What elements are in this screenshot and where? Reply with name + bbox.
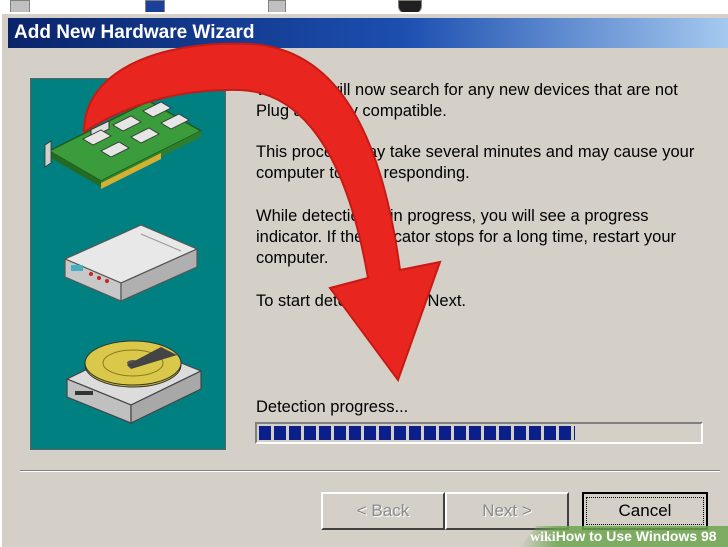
back-button[interactable]: < Back — [321, 492, 445, 530]
watermark-text: wikiHow to Use Windows 98 — [530, 527, 717, 547]
detection-progress-bar — [255, 422, 703, 444]
next-button[interactable]: Next > — [445, 492, 569, 530]
instruction-paragraph: To start detection, click Next. — [256, 292, 466, 310]
progress-bar-fill — [259, 426, 575, 440]
wizard-side-illustration — [30, 78, 226, 450]
cancel-button[interactable]: Cancel — [582, 492, 708, 530]
external-drive-icon — [63, 224, 199, 302]
expansion-card-icon — [44, 100, 203, 189]
wizard-window: Add New Hardware Wizard Windows will now… — [0, 12, 728, 547]
progress-info-paragraph: While detection is in progress, you will… — [256, 207, 677, 267]
watermark-caption: How to Use Windows 98 — [555, 528, 717, 544]
watermark-brand: wiki — [530, 530, 556, 545]
hard-disk-icon — [65, 340, 203, 424]
window-title[interactable]: Add New Hardware Wizard — [8, 18, 728, 48]
intro-paragraph: Windows will now search for any new devi… — [256, 81, 678, 120]
button-divider — [20, 470, 720, 472]
progress-label: Detection progress... — [256, 398, 409, 416]
warning-paragraph: This process may take several minutes an… — [256, 143, 695, 182]
cancel-button-label: Cancel — [586, 497, 704, 525]
